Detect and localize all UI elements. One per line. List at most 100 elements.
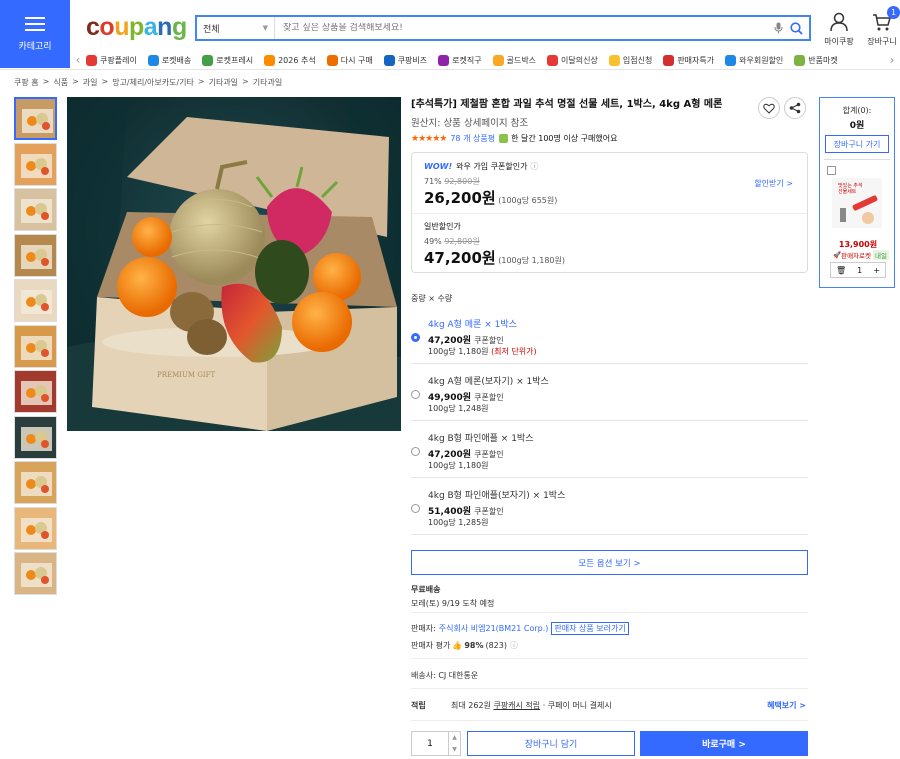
quick-link-label: 와우회원할인 [739, 55, 784, 65]
product-thumbnail[interactable] [14, 461, 57, 504]
quantity-value[interactable]: 1 [412, 739, 448, 749]
option-radio[interactable] [411, 333, 420, 342]
seller-products-link[interactable]: 판매자 상품 보러가기 [551, 622, 629, 635]
coupang-logo[interactable]: coupang [86, 13, 187, 42]
quick-link-7[interactable]: 골드박스 [492, 54, 536, 66]
quick-link-2[interactable]: 로켓프레시 [202, 54, 254, 66]
normal-price: 47,200원 [424, 249, 496, 267]
side-cart-item-image[interactable]: 맛있는 추석 선물세트 [832, 178, 882, 228]
chevron-down-icon[interactable]: ▼ [452, 746, 457, 753]
coupon-download-link[interactable]: 할인받기 > [754, 178, 793, 189]
reward-cash-link[interactable]: 쿠팡캐시 적립 [493, 700, 540, 711]
info-icon[interactable]: ⓘ [530, 161, 538, 172]
breadcrumb-item[interactable]: 식품 [53, 77, 68, 88]
quick-link-label: 로켓프레시 [216, 55, 254, 65]
cart-count-badge: 1 [887, 6, 900, 19]
quick-link-1[interactable]: 로켓배송 [147, 54, 191, 66]
item-checkbox[interactable] [827, 166, 836, 175]
info-icon[interactable]: ⓘ [510, 640, 518, 651]
product-thumbnail[interactable] [14, 552, 57, 595]
breadcrumb-item[interactable]: 망고/체리/아보카도/기타 [112, 77, 194, 88]
stepper-arrows[interactable]: ▲ ▼ [448, 732, 460, 755]
search-icon[interactable] [787, 19, 805, 37]
review-count-link[interactable]: 78 개 상품평 [450, 133, 495, 144]
breadcrumb-item[interactable]: 기타과일 [253, 77, 282, 88]
chevron-up-icon[interactable]: ▲ [452, 734, 457, 741]
side-total-value: 0원 [849, 121, 865, 131]
product-thumbnail[interactable] [14, 188, 57, 231]
product-thumbnail[interactable] [14, 279, 57, 322]
normal-unit-price: (100g당 1,180원) [498, 256, 565, 265]
breadcrumb: 쿠팡 홈 > 식품 > 과일 > 망고/체리/아보카도/기타 > 기타과일 > 기타과일 [14, 77, 286, 88]
rocket-delivery-tag: 내일 [873, 250, 889, 260]
option-item[interactable]: 4kg A형 메론(보자기) × 1박스 49,900원 쿠폰할인 100g당 1,… [411, 364, 808, 421]
product-thumbnail[interactable] [14, 233, 57, 277]
quick-links-list: 쿠팡플레이 로켓배송 로켓프레시 2026 추석 다시 구매 쿠팡비즈 로켓직구 골드박스 이달… [86, 54, 884, 66]
go-to-cart-button[interactable]: 장바구니 가기 [825, 135, 889, 153]
favorite-button[interactable] [758, 97, 780, 119]
breadcrumb-separator: > [42, 77, 50, 86]
option-radio[interactable] [411, 390, 420, 399]
chevron-left-icon[interactable]: ‹ [70, 53, 86, 67]
plus-icon[interactable]: + [873, 266, 880, 275]
category-menu-button[interactable]: 카테고리 [0, 0, 70, 68]
microphone-icon[interactable] [769, 19, 787, 37]
quick-link-4[interactable]: 다시 구매 [326, 54, 373, 66]
option-item[interactable]: 4kg B형 파인애플 × 1박스 47,200원 쿠폰할인 100g당 1,180… [411, 421, 808, 478]
breadcrumb-item[interactable]: 과일 [83, 77, 98, 88]
quick-link-10[interactable]: 판매자특가 [663, 54, 714, 66]
product-title: [추석특가] 제철팜 혼합 과일 추석 명절 선물 세트, 1박스, 4kg A… [411, 99, 723, 110]
normal-original-price: 92,800원 [444, 237, 480, 246]
quick-link-9[interactable]: 입점신청 [608, 54, 652, 66]
breadcrumb-item[interactable]: 쿠팡 홈 [14, 77, 39, 88]
wow-price: 26,200원 [424, 189, 496, 207]
item-image-text: 맛있는 추석 [838, 182, 863, 189]
chevron-right-icon[interactable]: › [884, 53, 900, 67]
benefits-link[interactable]: 혜택보기 > [767, 700, 806, 711]
share-button[interactable] [784, 97, 806, 119]
option-price-row: 49,900원 쿠폰할인 [428, 390, 504, 403]
product-info: [추석특가] 제철팜 혼합 과일 추석 명절 선물 세트, 1박스, 4kg A… [411, 97, 808, 756]
seller-rating-label: 판매자 평가 [411, 641, 451, 650]
option-item[interactable]: 4kg B형 파인애플(보자기) × 1박스 51,400원 쿠폰할인 100g당 … [411, 478, 808, 535]
product-thumbnail[interactable] [14, 97, 57, 140]
quick-link-3[interactable]: 2026 추석 [264, 54, 316, 66]
quantity-stepper[interactable]: 1 ▲ ▼ [411, 731, 461, 756]
wow-logo: WOW! [424, 162, 453, 171]
logo-letter: p [128, 13, 144, 41]
quick-link-0[interactable]: 쿠팡플레이 [86, 54, 137, 66]
quick-link-11[interactable]: 와우회원할인 [725, 54, 784, 66]
option-price: 51,400원 [428, 507, 472, 517]
quick-link-8[interactable]: 이달의신상 [547, 54, 598, 66]
breadcrumb-item[interactable]: 기타과일 [209, 77, 238, 88]
normal-discount-rate: 49% [424, 237, 442, 246]
option-name: 4kg B형 파인애플 × 1박스 [428, 434, 534, 444]
breadcrumb-separator: > [197, 77, 205, 86]
option-radio[interactable] [411, 504, 420, 513]
trash-icon[interactable]: 🗑 [836, 266, 846, 275]
add-to-cart-button[interactable]: 장바구니 담기 [467, 731, 635, 756]
share-icon [789, 102, 801, 114]
seller-name-link[interactable]: 주식회사 비엠21(BM21 Corp.) [439, 623, 549, 634]
product-thumbnail[interactable] [14, 506, 57, 550]
search-scope-select[interactable]: 전체 ▼ [197, 17, 275, 39]
option-name: 4kg A형 메론 × 1박스 [428, 320, 517, 330]
quick-link-5[interactable]: 쿠팡비즈 [383, 54, 427, 66]
search-input[interactable] [275, 23, 769, 33]
quick-link-6[interactable]: 로켓직구 [438, 54, 482, 66]
option-radio[interactable] [411, 447, 420, 456]
buy-now-button[interactable]: 바로구매 > [640, 731, 808, 756]
my-coupang-button[interactable]: 마이쿠팡 [819, 12, 859, 47]
product-thumbnail[interactable] [14, 324, 57, 368]
all-options-button[interactable]: 모든 옵션 보기 > [411, 550, 808, 575]
product-thumbnail[interactable] [14, 370, 57, 413]
quick-link-12[interactable]: 반품마켓 [794, 54, 838, 66]
monthly-purchase-text: 한 달간 100명 이상 구매했어요 [511, 134, 618, 143]
reward-row: 적립 최대 262원 쿠팡캐시 적립 · 쿠페이 머니 결제시 혜택보기 > [411, 700, 808, 711]
option-item[interactable]: 4kg A형 메론 × 1박스 47,200원 쿠폰할인 100g당 1,180원 … [411, 307, 808, 364]
quick-link-icon [608, 54, 620, 66]
normal-price-label: 일반할인가 [424, 222, 461, 231]
product-thumbnail[interactable] [14, 142, 57, 186]
cart-button[interactable]: 장바구니 1 [862, 6, 900, 47]
product-thumbnail[interactable] [14, 415, 57, 459]
